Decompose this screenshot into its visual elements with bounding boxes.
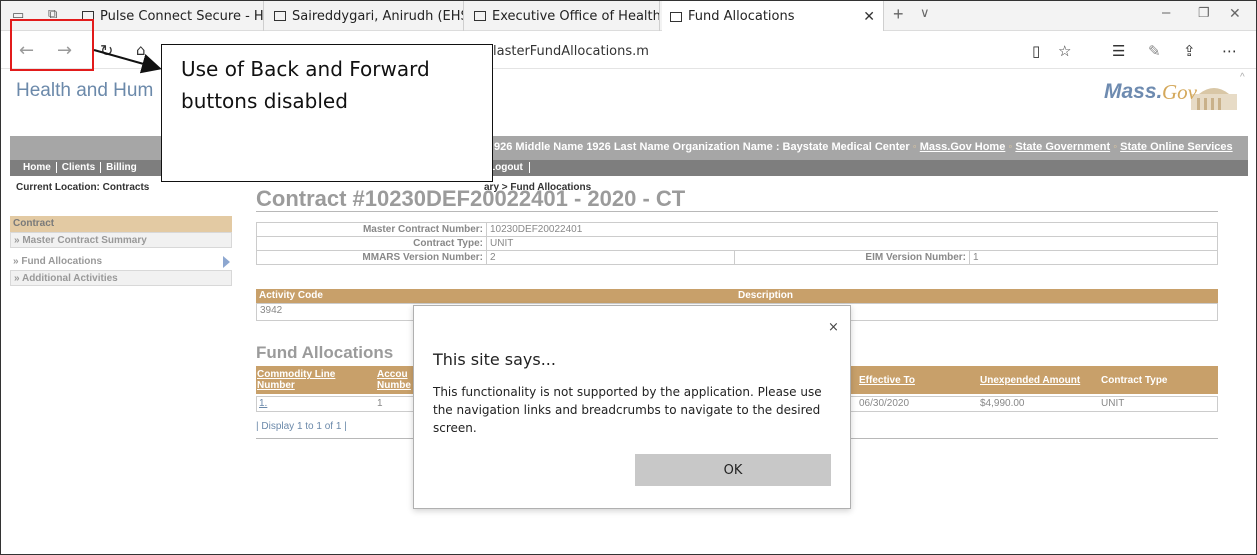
annotation-arrow-icon (93, 49, 162, 74)
